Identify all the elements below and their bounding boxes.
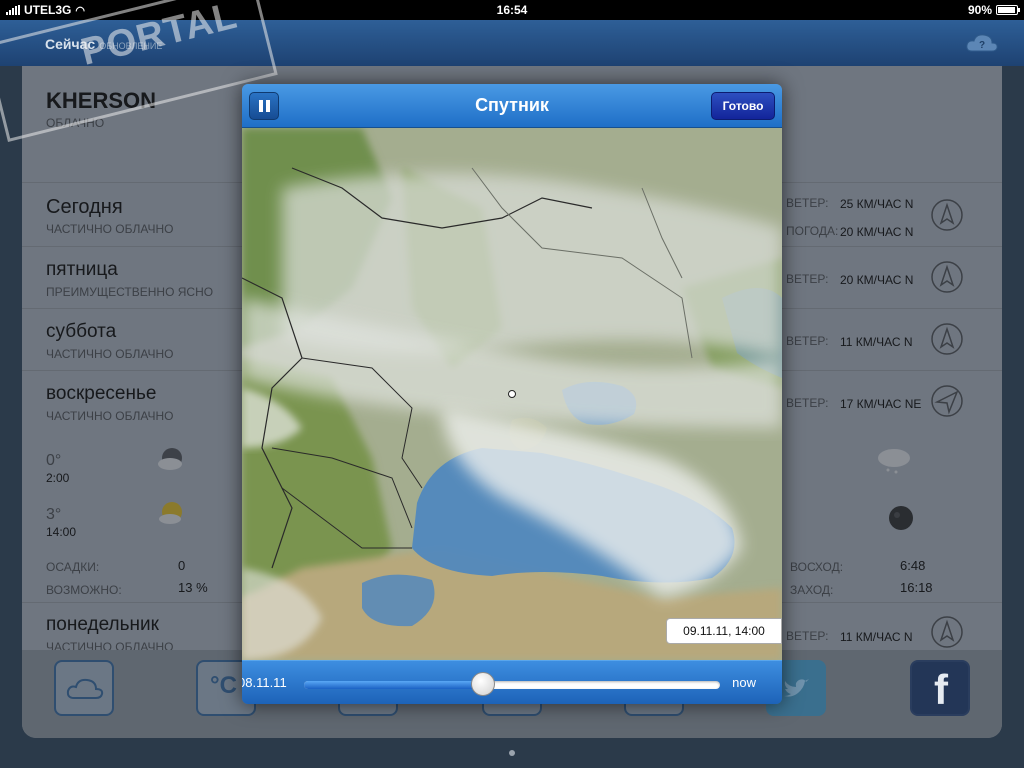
sunrise-value: 6:48 bbox=[900, 558, 926, 573]
sunrise-label: ВОСХОД: bbox=[790, 560, 844, 574]
precip-label: ОСАДКИ: bbox=[46, 560, 100, 574]
satellite-modal: Спутник Готово 09.11.11, 14:00 08.11.11 … bbox=[242, 84, 782, 704]
gust-label: ПОГОДА: bbox=[786, 224, 839, 238]
wind-direction-icon bbox=[931, 261, 963, 293]
wind-label: ВЕТЕР: bbox=[786, 334, 829, 348]
day-condition: ЧАСТИЧНО ОБЛАЧНО bbox=[46, 409, 174, 423]
done-button[interactable]: Готово bbox=[711, 92, 775, 120]
hourly-time: 14:00 bbox=[46, 525, 77, 539]
gust-value: 20 КМ/ЧАС N bbox=[840, 225, 914, 239]
wind-value: 17 КМ/ЧАС NE bbox=[840, 397, 922, 411]
facebook-icon: f bbox=[934, 666, 948, 713]
chance-label: ВОЗМОЖНО: bbox=[46, 583, 122, 597]
wind-value: 20 КМ/ЧАС N bbox=[840, 273, 914, 287]
timeline-end: now bbox=[732, 675, 756, 690]
day-condition: ЧАСТИЧНО ОБЛАЧНО bbox=[46, 222, 174, 236]
chance-value: 13 % bbox=[178, 580, 208, 595]
cloud-icon bbox=[66, 678, 104, 699]
wind-value: 11 КМ/ЧАС N bbox=[840, 630, 913, 644]
twitter-icon bbox=[784, 679, 809, 697]
day-name: воскресенье bbox=[46, 383, 157, 404]
hourly-temp: 0° bbox=[46, 452, 62, 469]
wind-direction-icon bbox=[931, 385, 963, 417]
modal-header: Спутник Готово bbox=[242, 84, 782, 128]
wind-label: ВЕТЕР: bbox=[786, 272, 829, 286]
svg-text:?: ? bbox=[979, 40, 985, 51]
day-name: понедельник bbox=[46, 614, 159, 635]
day-name: суббота bbox=[46, 321, 117, 342]
facebook-button[interactable]: f bbox=[910, 660, 970, 716]
satellite-timestamp: 09.11.11, 14:00 bbox=[666, 618, 782, 644]
night-cloud-icon bbox=[158, 448, 182, 470]
wind-label: ВЕТЕР: bbox=[786, 629, 829, 643]
precip-value: 0 bbox=[178, 558, 186, 573]
modal-title: Спутник bbox=[475, 95, 549, 115]
wind-direction-icon bbox=[931, 323, 963, 355]
wind-value: 25 КМ/ЧАС N bbox=[840, 197, 914, 211]
snow-cloud-icon bbox=[878, 449, 910, 474]
timeline-fill bbox=[304, 681, 483, 689]
hourly-temp: 3° bbox=[46, 506, 62, 523]
timeline-bar: 08.11.11 now bbox=[242, 660, 782, 704]
day-condition: ПРЕИМУЩЕСТВЕННО ЯСНО bbox=[46, 285, 214, 299]
hourly-time: 2:00 bbox=[46, 471, 70, 485]
day-name: Сегодня bbox=[46, 196, 123, 218]
satellite-map[interactable] bbox=[242, 128, 782, 660]
wind-direction-icon bbox=[931, 616, 963, 648]
battery-icon bbox=[996, 5, 1020, 15]
sunset-value: 16:18 bbox=[900, 580, 933, 595]
battery-percent: 90% bbox=[967, 3, 992, 17]
wind-value: 11 КМ/ЧАС N bbox=[840, 335, 913, 349]
sunset-label: ЗАХОД: bbox=[790, 583, 834, 597]
page-indicator bbox=[509, 750, 515, 756]
day-name: пятница bbox=[46, 259, 118, 280]
cloud-help-icon[interactable]: ? bbox=[966, 33, 998, 53]
wind-label: ВЕТЕР: bbox=[786, 396, 829, 410]
sun-cloud-icon bbox=[159, 502, 182, 524]
cloud-tab-button[interactable] bbox=[54, 660, 114, 716]
moon-icon bbox=[889, 506, 913, 530]
celsius-icon: °C bbox=[210, 672, 237, 699]
timeline-slider-thumb[interactable] bbox=[470, 672, 495, 696]
timeline-start: 08.11.11 bbox=[242, 675, 287, 690]
wind-label: ВЕТЕР: bbox=[786, 196, 829, 210]
day-condition: ЧАСТИЧНО ОБЛАЧНО bbox=[46, 347, 174, 361]
battery-info: 90% bbox=[967, 3, 1020, 17]
wind-direction-icon bbox=[931, 199, 963, 231]
